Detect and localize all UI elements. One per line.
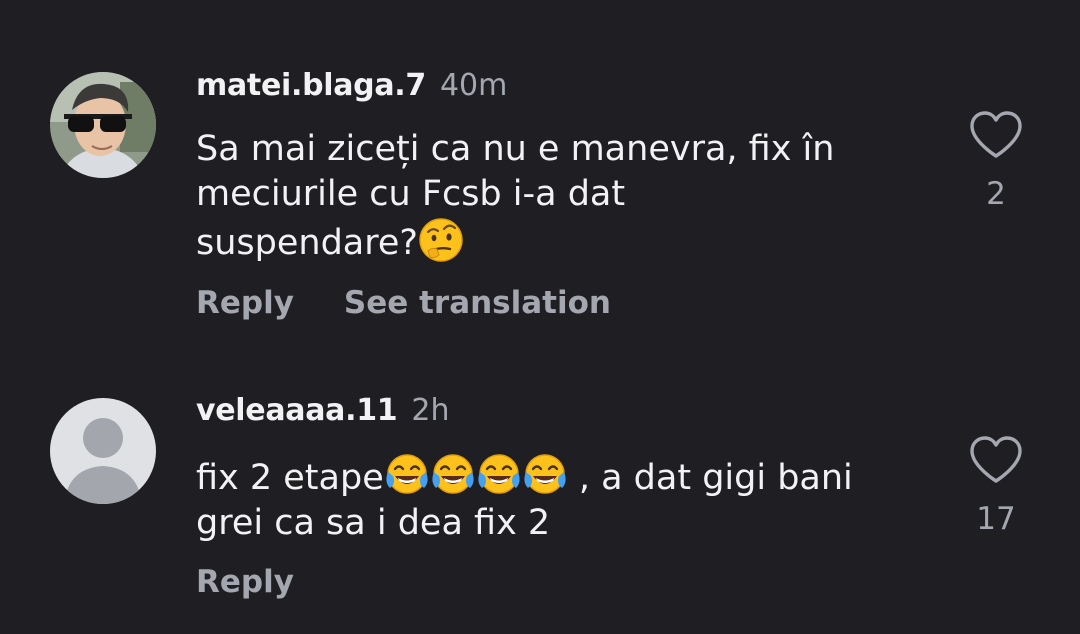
comment-actions: Reply See translation [196, 285, 661, 321]
comment-text-fragment: fix 2 etape [196, 458, 384, 498]
timestamp: 2h [411, 393, 450, 428]
user-photo-icon [50, 72, 156, 178]
like-count: 2 [986, 176, 1006, 212]
comment-meta: veleaaaa.11 2h [196, 393, 449, 428]
heart-icon[interactable] [968, 110, 1024, 160]
like-count: 17 [976, 501, 1016, 537]
username[interactable]: matei.blaga.7 [196, 68, 426, 103]
face-with-tears-of-joy-icon [522, 452, 568, 498]
comment-text-line: Sa mai ziceți ca nu e manevra, fix în [196, 129, 835, 169]
timestamp: 40m [439, 68, 508, 103]
comment-text-line: suspendare? [196, 217, 936, 266]
see-translation-button[interactable]: See translation [344, 285, 611, 321]
face-with-raised-eyebrow-icon [418, 217, 464, 263]
face-with-tears-of-joy-icon [430, 452, 476, 498]
comment-text: Sa mai ziceți ca nu e manevra, fix în me… [196, 127, 936, 266]
face-with-tears-of-joy-icon [384, 452, 430, 498]
reply-button[interactable]: Reply [196, 285, 294, 321]
comment-text-line: fix 2 etape , a dat gigi bani [196, 452, 936, 501]
default-avatar-icon [50, 398, 156, 504]
comment-text-fragment: suspendare? [196, 223, 418, 263]
heart-icon[interactable] [968, 435, 1024, 485]
reply-button[interactable]: Reply [196, 564, 294, 600]
comment-text-line: grei ca sa i dea fix 2 [196, 503, 551, 543]
comment-text-line: meciurile cu Fcsb i-a dat [196, 174, 626, 214]
like-control: 2 [968, 110, 1024, 212]
comment-text: fix 2 etape , a dat gigi bani grei ca sa… [196, 452, 936, 546]
avatar[interactable] [50, 72, 156, 178]
comment-meta: matei.blaga.7 40m [196, 68, 507, 103]
like-control: 17 [968, 435, 1024, 537]
comment-actions: Reply [196, 564, 344, 600]
username[interactable]: veleaaaa.11 [196, 393, 398, 428]
comment-text-fragment: , a dat gigi bani [567, 458, 853, 498]
avatar[interactable] [50, 398, 156, 504]
face-with-tears-of-joy-icon [476, 452, 522, 498]
